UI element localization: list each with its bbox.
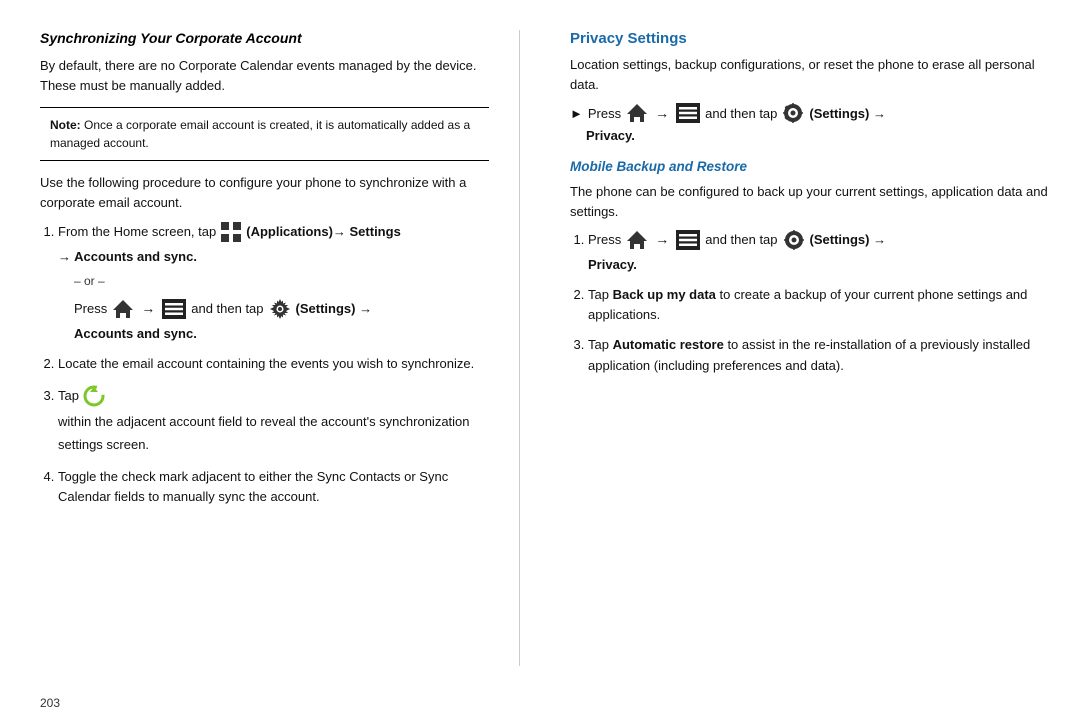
- right-section: Privacy Settings Location settings, back…: [560, 30, 1050, 666]
- right-section-title: Privacy Settings: [570, 30, 1050, 47]
- sub-intro: The phone can be configured to back up y…: [570, 182, 1050, 221]
- home-icon-r1: [626, 229, 648, 251]
- left-section: Synchronizing Your Corporate Account By …: [40, 30, 520, 666]
- and-then-label-r1: and then tap: [705, 230, 777, 250]
- step-1-accounts-2: Accounts and sync.: [74, 324, 489, 344]
- press-label-r1: Press: [588, 230, 621, 250]
- step-1-line: From the Home screen, tap (Applications)…: [58, 220, 489, 243]
- step-2-before: Tap: [588, 287, 613, 302]
- menu-icon-r: [676, 103, 700, 123]
- step-1-text-before: From the Home screen, tap: [58, 220, 216, 243]
- step-3-after: within the adjacent account field to rev…: [58, 410, 489, 457]
- settings-icon-r1: [783, 229, 805, 251]
- procedure-intro: Use the following procedure to configure…: [40, 173, 489, 212]
- step-2-text: Locate the email account containing the …: [58, 356, 474, 371]
- left-step-4: Toggle the check mark adjacent to either…: [58, 467, 489, 507]
- privacy-press-line: ► Press → and then tap: [570, 102, 1050, 124]
- step-1-press-line: Press → and then tap: [74, 298, 489, 320]
- press-label-1: Press: [74, 299, 107, 319]
- right-step-1-press: Press → and then tap: [588, 229, 1050, 251]
- and-then-label-1: and then tap: [191, 299, 263, 319]
- privacy-label-1: Privacy.: [588, 255, 1050, 275]
- right-step-3: Tap Automatic restore to assist in the r…: [588, 335, 1050, 375]
- step-1-accounts: → Accounts and sync.: [58, 247, 489, 267]
- left-intro: By default, there are no Corporate Calen…: [40, 56, 489, 95]
- settings-label-r1: (Settings) →: [810, 230, 887, 250]
- subsection-title: Mobile Backup and Restore: [570, 159, 1050, 174]
- apps-grid-icon: [220, 221, 242, 243]
- and-then-label-r: and then tap: [705, 106, 777, 121]
- step-3-line: Tap within the adjacent account field to…: [58, 384, 489, 456]
- note-box: Note: Once a corporate email account is …: [40, 107, 489, 161]
- settings-label-r: (Settings) →: [809, 106, 886, 121]
- page-footer: 203: [0, 686, 1080, 720]
- left-steps-list: From the Home screen, tap (Applications)…: [40, 220, 489, 507]
- settings-label-1: (Settings) →: [296, 299, 373, 319]
- arrow-r: →: [655, 105, 669, 121]
- right-step-2: Tap Back up my data to create a backup o…: [588, 285, 1050, 325]
- right-step-1: Press → and then tap: [588, 229, 1050, 275]
- step-1-apps-label: (Applications)→ Settings: [246, 220, 401, 243]
- menu-icon-r1: [676, 230, 700, 250]
- or-line: – or –: [74, 272, 489, 291]
- press-label-r: Press: [588, 106, 621, 121]
- note-label: Note:: [50, 118, 81, 132]
- privacy-label: Privacy.: [586, 128, 1050, 143]
- note-text: Once a corporate email account is create…: [50, 118, 470, 150]
- step-3-bold: Automatic restore: [613, 337, 724, 352]
- settings-icon-r: [782, 102, 804, 124]
- left-step-3: Tap within the adjacent account field to…: [58, 384, 489, 456]
- sync-icon: [83, 385, 105, 407]
- menu-icon-1: [162, 299, 186, 319]
- left-step-1: From the Home screen, tap (Applications)…: [58, 220, 489, 344]
- step-2-bold: Back up my data: [613, 287, 716, 302]
- settings-icon-1: [269, 298, 291, 320]
- step-3-before: Tap: [58, 384, 79, 407]
- left-section-title: Synchronizing Your Corporate Account: [40, 30, 489, 46]
- arrow-r1: →: [655, 229, 669, 251]
- step-4-text: Toggle the check mark adjacent to either…: [58, 469, 448, 504]
- step-3-before: Tap: [588, 337, 613, 352]
- left-step-2: Locate the email account containing the …: [58, 354, 489, 374]
- right-steps-list: Press → and then tap: [570, 229, 1050, 376]
- page-number: 203: [40, 696, 60, 710]
- right-intro: Location settings, backup configurations…: [570, 55, 1050, 94]
- home-icon-r: [626, 102, 648, 124]
- home-icon-1: [112, 298, 134, 320]
- arrow-1: →: [141, 298, 155, 320]
- triangle-bullet: ►: [570, 106, 583, 121]
